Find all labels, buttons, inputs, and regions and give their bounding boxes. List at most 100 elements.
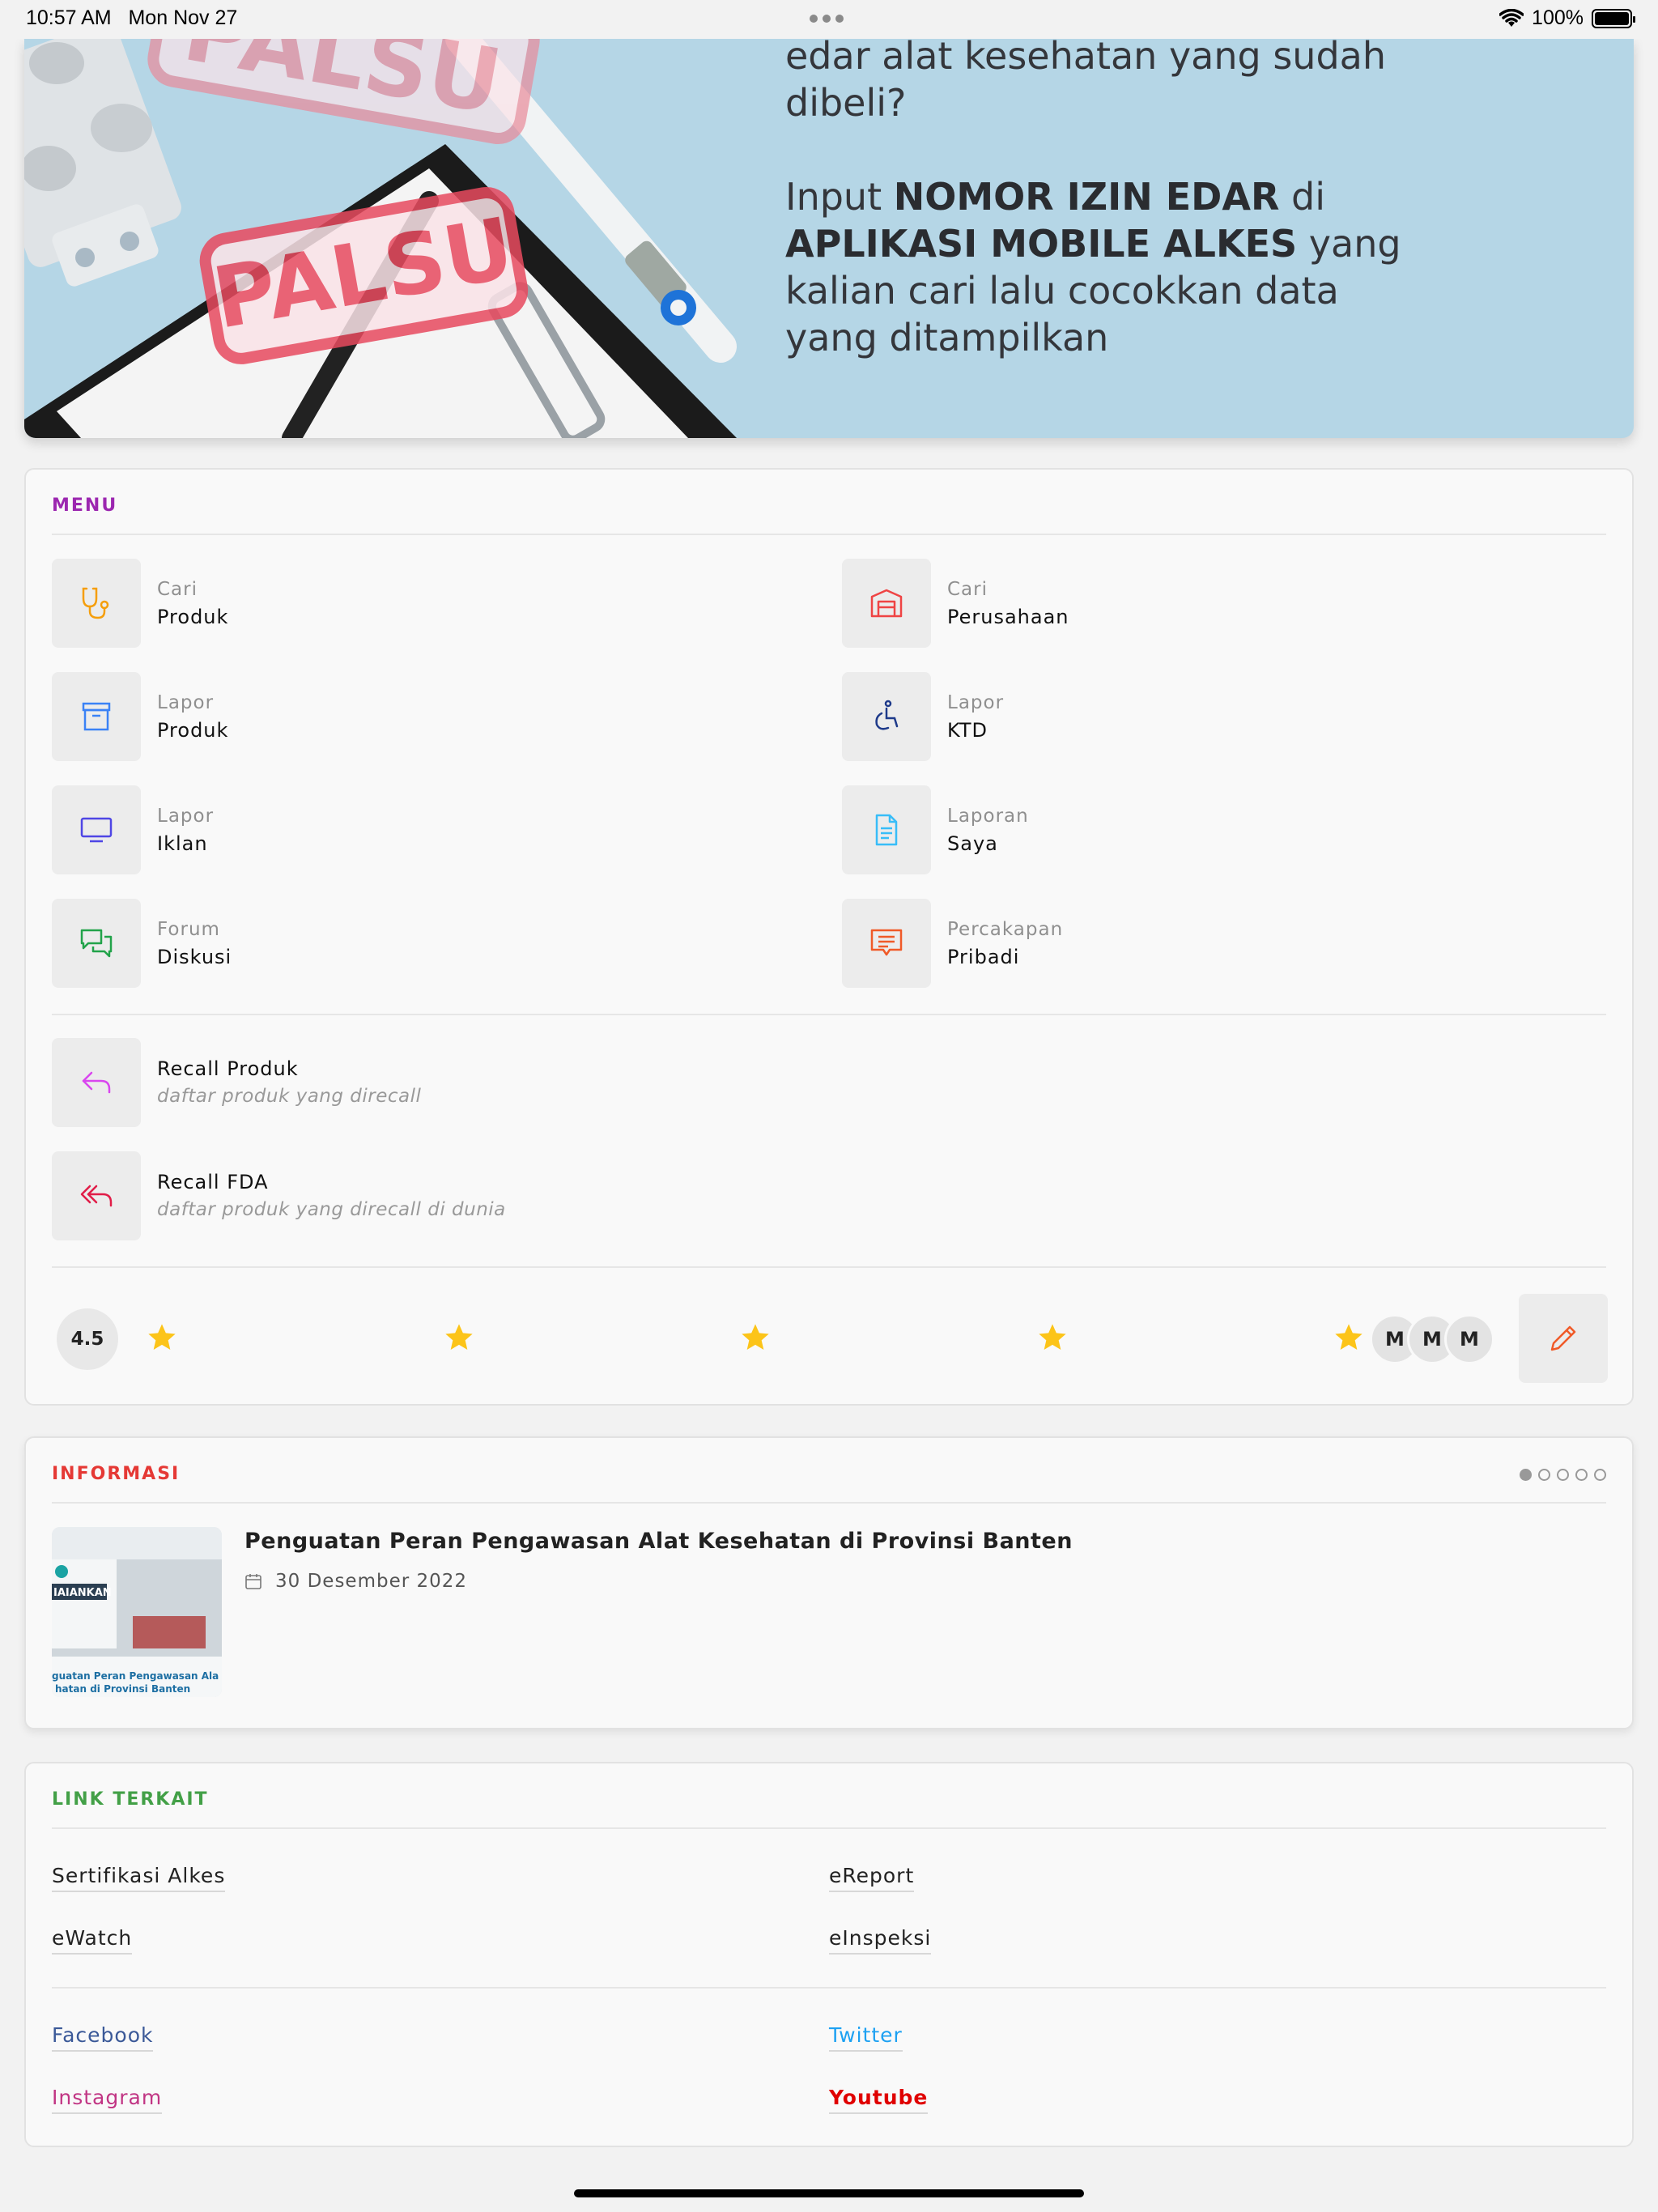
menu-title: MENU [52,496,118,516]
status-time-text: 10:57 AM [26,6,112,29]
menu-main-label: Produk [157,606,229,628]
document-icon [842,785,931,874]
reply-all-icon [52,1151,141,1240]
menu-item-lapor-produk[interactable]: Lapor Produk [52,672,228,761]
menu-item-forum-diskusi[interactable]: Forum Diskusi [52,899,232,988]
warehouse-icon [842,559,931,648]
banner-text: edar alat kesehatan yang sudah dibeli? I… [785,39,1595,361]
link-ereport[interactable]: eReport [829,1864,915,1892]
recall-fda-item[interactable]: Recall FDA daftar produk yang direcall di… [52,1151,506,1240]
link-sertifikasi-alkes[interactable]: Sertifikasi Alkes [52,1864,226,1892]
battery-icon [1592,8,1635,28]
menu-item-lapor-ktd[interactable]: Lapor KTD [842,672,1004,761]
banner-line-5: kalian cari lalu cocokkan data [785,269,1339,313]
menu-main-label: KTD [947,719,988,742]
menu-main-label: Diskusi [157,946,232,968]
recall-title: Recall FDA [157,1171,269,1193]
star-icon[interactable] [739,1321,772,1354]
banner-line-2: dibeli? [785,81,907,125]
menu-main-label: Perusahaan [947,606,1069,628]
news-date-text: 30 Desember 2022 [275,1571,468,1592]
links-divider-2 [52,1987,1606,1989]
informasi-card: INFORMASI IAIANKAN guatan Peran Pengawas… [24,1436,1634,1729]
carousel-pager[interactable] [1520,1469,1606,1481]
news-date: 30 Desember 2022 [244,1571,467,1592]
menu-main-label: Produk [157,719,229,742]
banner-illustration: PALSU PALSU [24,39,737,438]
svg-text:PALSU: PALSU [176,39,509,134]
menu-sub-label: Lapor [157,806,215,827]
recall-desc: daftar produk yang direcall di dunia [157,1199,506,1220]
menu-item-cari-produk[interactable]: Cari Produk [52,559,228,648]
star-icon[interactable] [146,1321,178,1354]
link-terkait-card: LINK TERKAIT Sertifikasi Alkes eReport e… [24,1762,1634,2147]
pager-dot[interactable] [1557,1469,1569,1481]
star-icon[interactable] [1036,1321,1069,1354]
pager-dot[interactable] [1575,1469,1588,1481]
status-bar: 10:57 AM Mon Nov 27 100% [0,0,1658,39]
avatar: M [1444,1314,1494,1364]
edit-review-button[interactable] [1519,1294,1608,1383]
menu-card: MENU Cari Produk Cari Perusahaan Lapor Prod… [24,468,1634,1406]
menu-sub-label: Lapor [947,692,1005,713]
menu-divider-2 [52,1014,1606,1015]
news-thumbnail[interactable]: IAIANKAN guatan Peran Pengawasan Ala hat… [52,1527,222,1697]
pager-dot[interactable] [1538,1469,1550,1481]
chat-bubbles-icon [52,899,141,988]
news-thumbnail-image: IAIANKAN guatan Peran Pengawasan Ala hat… [52,1527,222,1697]
monitor-icon [52,785,141,874]
banner-line-1: edar alat kesehatan yang sudah [785,39,1386,78]
banner-line-6: yang ditampilkan [785,316,1109,359]
svg-text:IAIANKAN: IAIANKAN [53,1587,112,1599]
link-terkait-title: LINK TERKAIT [52,1789,209,1810]
menu-item-percakapan-pribadi[interactable]: Percakapan Pribadi [842,899,1063,988]
svg-text:guatan Peran Pengawasan Ala: guatan Peran Pengawasan Ala [52,1670,219,1682]
link-facebook[interactable]: Facebook [52,2023,154,2052]
stethoscope-icon [52,559,141,648]
pencil-icon [1550,1325,1576,1351]
reply-icon [52,1038,141,1127]
recall-produk-item[interactable]: Recall Produk daftar produk yang direcall [52,1038,421,1127]
promo-banner[interactable]: PALSU PALSU edar alat kesehatan yang sud… [24,39,1634,438]
pager-dot[interactable] [1594,1469,1606,1481]
menu-sub-label: Cari [157,579,198,600]
news-title[interactable]: Penguatan Peran Pengawasan Alat Kesehata… [244,1529,1073,1554]
menu-divider-3 [52,1266,1606,1268]
menu-sub-label: Lapor [157,692,215,713]
rating-score-badge: 4.5 [57,1308,118,1370]
menu-sub-label: Percakapan [947,919,1064,940]
menu-item-cari-perusahaan[interactable]: Cari Perusahaan [842,559,1069,648]
link-ewatch[interactable]: eWatch [52,1926,133,1955]
menu-sub-label: Laporan [947,806,1029,827]
link-instagram[interactable]: Instagram [52,2086,163,2114]
menu-item-laporan-saya[interactable]: Laporan Saya [842,785,1029,874]
calendar-icon [245,1574,261,1589]
star-icon[interactable] [443,1321,475,1354]
wheelchair-icon [842,672,931,761]
wifi-icon [1499,8,1524,27]
menu-item-lapor-iklan[interactable]: Lapor Iklan [52,785,214,874]
menu-sub-label: Forum [157,919,220,940]
status-date-text: Mon Nov 27 [128,6,238,29]
star-icon[interactable] [1333,1321,1365,1354]
menu-main-label: Iklan [157,832,208,855]
svg-text:hatan di Provinsi Banten: hatan di Provinsi Banten [55,1683,190,1695]
home-indicator[interactable] [574,2189,1084,2197]
link-einspeksi[interactable]: eInspeksi [829,1926,932,1955]
status-right: 100% [1499,6,1635,30]
menu-main-label: Saya [947,832,998,855]
battery-percent: 100% [1532,6,1584,29]
multitask-dots-icon[interactable] [810,15,844,23]
link-youtube[interactable]: Youtube [829,2086,929,2114]
menu-main-label: Pribadi [947,946,1020,968]
archive-box-icon [52,672,141,761]
banner-line-4: APLIKASI MOBILE ALKES yang [785,222,1401,266]
recall-desc: daftar produk yang direcall [157,1086,422,1107]
links-divider [52,1827,1606,1829]
message-icon [842,899,931,988]
pager-dot[interactable] [1520,1469,1532,1481]
menu-divider [52,534,1606,535]
menu-sub-label: Cari [947,579,988,600]
status-time: 10:57 AM Mon Nov 27 [26,6,237,30]
link-twitter[interactable]: Twitter [829,2023,903,2052]
